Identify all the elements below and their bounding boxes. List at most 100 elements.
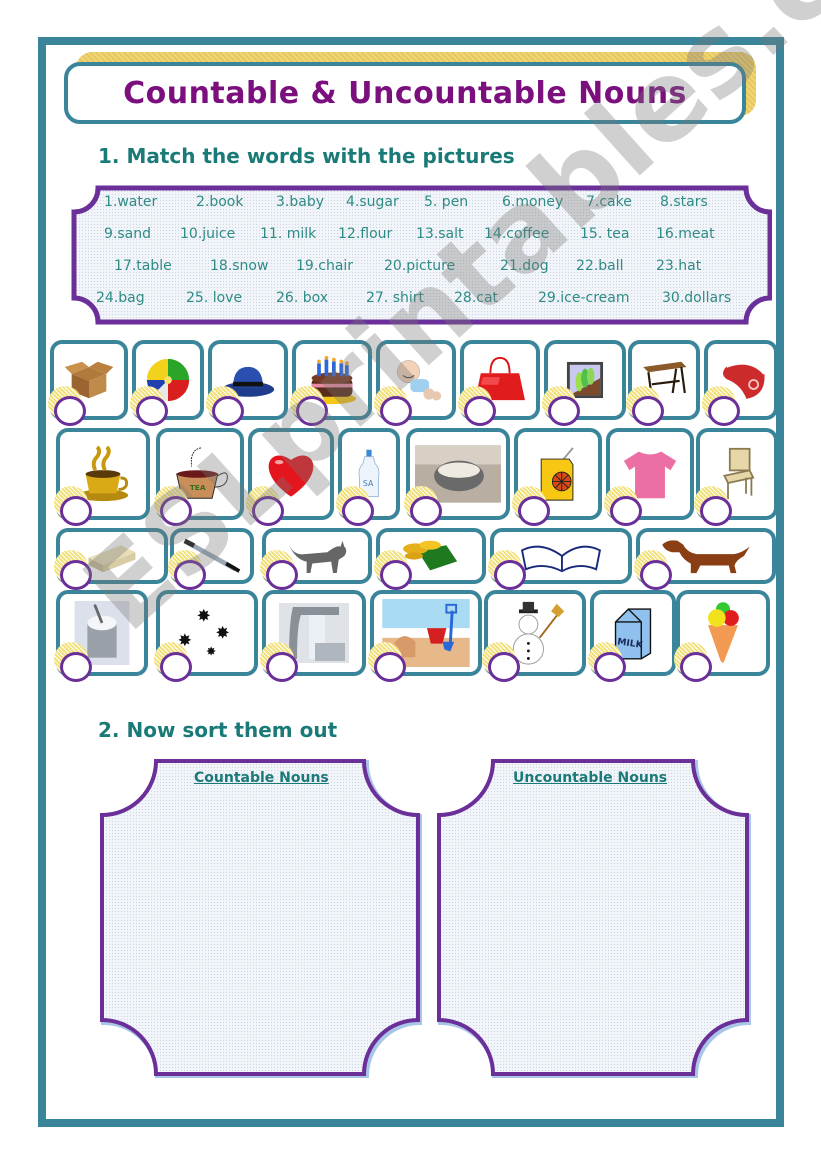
picture-card-pen: [168, 528, 254, 590]
word-item: 3.baby: [276, 194, 324, 210]
word-item: 21.dog: [500, 258, 549, 274]
answer-circle[interactable]: [410, 496, 442, 526]
answer-circle[interactable]: [160, 652, 192, 682]
answer-circle[interactable]: [266, 560, 298, 590]
answer-circle[interactable]: [494, 560, 526, 590]
answer-circle[interactable]: [60, 496, 92, 526]
word-item: 9.sand: [104, 226, 151, 242]
picture-card-coffee: [54, 428, 150, 526]
uncountable-box[interactable]: Uncountable Nouns: [437, 758, 752, 1082]
word-item: 19.chair: [296, 258, 354, 274]
word-item: 25. love: [186, 290, 243, 306]
answer-circle[interactable]: [518, 496, 550, 526]
answer-circle[interactable]: [380, 560, 412, 590]
uncountable-label: Uncountable Nouns: [513, 770, 668, 786]
picture-card-cake: [290, 340, 372, 426]
picture-card-salt: SA: [336, 428, 400, 526]
svg-text:✸: ✸: [206, 645, 216, 659]
picture-card-picture: [542, 340, 626, 426]
picture-card-hat: [206, 340, 288, 426]
answer-circle[interactable]: [464, 396, 496, 426]
picture-card-chair: [694, 428, 778, 526]
word-item: 29.ice-cream: [538, 290, 630, 306]
word-item: 30.dollars: [662, 290, 732, 306]
picture-card-table: [626, 340, 700, 426]
picture-card-box: [48, 340, 128, 426]
word-item: 12.flour: [338, 226, 393, 242]
svg-text:TEA: TEA: [190, 483, 206, 492]
picture-card-flour: [404, 428, 510, 526]
word-item: 5. pen: [424, 194, 469, 210]
word-item: 27. shirt: [366, 290, 425, 306]
answer-circle[interactable]: [680, 652, 712, 682]
word-item: 7.cake: [586, 194, 632, 210]
answer-circle[interactable]: [252, 496, 284, 526]
page-title: Countable & Uncountable Nouns: [123, 75, 687, 111]
picture-card-water: [260, 590, 366, 682]
answer-circle[interactable]: [54, 396, 86, 426]
word-item: 11. milk: [260, 226, 317, 242]
svg-text:✸: ✸: [197, 607, 211, 627]
picture-card-dog: [634, 528, 776, 590]
countable-label: Countable Nouns: [194, 770, 329, 786]
picture-card-tea: TEA: [154, 428, 244, 526]
word-item: 2.book: [196, 194, 244, 210]
svg-text:SA: SA: [363, 479, 374, 488]
answer-circle[interactable]: [212, 396, 244, 426]
section1-heading: 1. Match the words with the pictures: [98, 144, 515, 168]
picture-card-book: [488, 528, 632, 590]
word-item: 23.hat: [656, 258, 702, 274]
section2-heading: 2. Now sort them out: [98, 718, 338, 742]
word-item: 10.juice: [180, 226, 236, 242]
answer-circle[interactable]: [60, 652, 92, 682]
word-item: 15. tea: [580, 226, 630, 242]
word-item: 24.bag: [96, 290, 145, 306]
answer-circle[interactable]: [266, 652, 298, 682]
word-item: 18.snow: [210, 258, 269, 274]
answer-circle[interactable]: [488, 652, 520, 682]
picture-card-meat: [702, 340, 778, 426]
answer-circle[interactable]: [174, 560, 206, 590]
picture-card-sand: [368, 590, 482, 682]
picture-card-bag: [458, 340, 540, 426]
answer-circle[interactable]: [160, 496, 192, 526]
picture-card-love: [246, 428, 334, 526]
countable-box[interactable]: Countable Nouns: [100, 758, 423, 1082]
answer-circle[interactable]: [610, 496, 642, 526]
picture-card-cat: [260, 528, 372, 590]
word-item: 16.meat: [656, 226, 715, 242]
answer-circle[interactable]: [374, 652, 406, 682]
answer-circle[interactable]: [342, 496, 374, 526]
word-item: 14.coffee: [484, 226, 550, 242]
answer-circle[interactable]: [60, 560, 92, 590]
answer-circle[interactable]: [708, 396, 740, 426]
answer-circle[interactable]: [632, 396, 664, 426]
answer-circle[interactable]: [594, 652, 626, 682]
picture-card-ice-cream: [674, 590, 770, 682]
picture-card-milk: MILK: [588, 590, 676, 682]
svg-text:✸: ✸: [215, 624, 229, 644]
answer-circle[interactable]: [136, 396, 168, 426]
word-item: 22.ball: [576, 258, 624, 274]
picture-card-sugar: [54, 590, 148, 682]
picture-card-dollars: [54, 528, 168, 590]
word-item: 6.money: [502, 194, 564, 210]
word-item: 8.stars: [660, 194, 708, 210]
title-box: Countable & Uncountable Nouns: [64, 62, 746, 124]
word-item: 13.salt: [416, 226, 464, 242]
word-item: 26. box: [276, 290, 329, 306]
word-item: 20.picture: [384, 258, 456, 274]
word-item: 1.water: [104, 194, 158, 210]
word-item: 17.table: [114, 258, 172, 274]
word-item: 4.sugar: [346, 194, 399, 210]
answer-circle[interactable]: [640, 560, 672, 590]
answer-circle[interactable]: [380, 396, 412, 426]
picture-card-stars: ✸ ✸ ✸ ✸: [154, 590, 258, 682]
answer-circle[interactable]: [700, 496, 732, 526]
picture-card-baby: [374, 340, 456, 426]
picture-card-money: [374, 528, 486, 590]
picture-card-ball: [130, 340, 204, 426]
answer-circle[interactable]: [548, 396, 580, 426]
picture-card-snow: [482, 590, 586, 682]
answer-circle[interactable]: [296, 396, 328, 426]
